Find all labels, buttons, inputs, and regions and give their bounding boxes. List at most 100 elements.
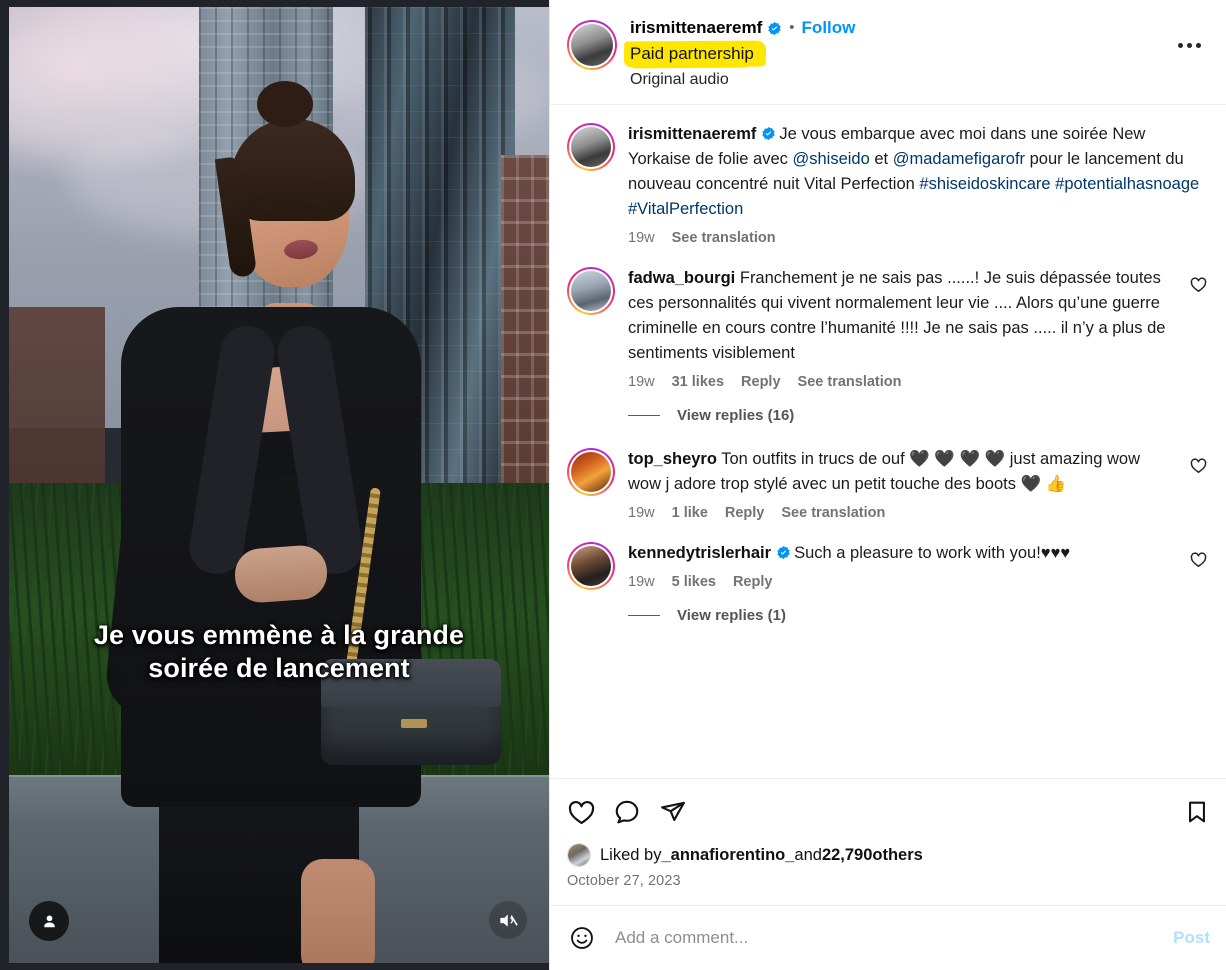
bookmark-icon[interactable]	[1170, 791, 1210, 833]
comment-meta: 19w 5 likes Reply	[628, 574, 1176, 590]
hands	[233, 543, 329, 605]
post-caption: irismittenaeremf Je vous embarque avec m…	[550, 105, 1226, 249]
caption-username[interactable]: irismittenaeremf	[628, 125, 756, 143]
hair	[231, 119, 355, 221]
comment-like-heart-icon[interactable]	[1184, 451, 1212, 479]
comment-time: 19w	[628, 374, 655, 390]
post-details-panel: irismittenaeremf • Follow Paid partnersh…	[549, 0, 1226, 970]
comment-reply-button[interactable]: Reply	[725, 505, 765, 521]
caption-body: irismittenaeremf Je vous embarque avec m…	[628, 122, 1212, 246]
liked-by-count[interactable]: 22,790	[822, 846, 872, 865]
caption-see-translation[interactable]: See translation	[672, 230, 776, 246]
caption-mention[interactable]: @madamefigarofr	[893, 150, 1025, 168]
comment-like-heart-icon[interactable]	[1184, 270, 1212, 298]
view-replies-row[interactable]: View replies (1)	[550, 593, 1226, 630]
comment-time: 19w	[628, 574, 655, 590]
comment-bubble-icon[interactable]	[613, 791, 659, 833]
commenter-avatar[interactable]	[567, 267, 615, 315]
verified-badge-icon	[767, 21, 782, 36]
commenter-username[interactable]: kennedytrislerhair	[628, 544, 771, 562]
avatar-image	[571, 452, 611, 492]
comment-see-translation[interactable]: See translation	[798, 374, 902, 390]
paid-partnership-text: Paid partnership	[630, 44, 754, 63]
handbag-logo	[401, 719, 427, 728]
commenter-username[interactable]: fadwa_bourgi	[628, 269, 735, 287]
caption-hashtag[interactable]: #potentialhasnoage	[1055, 175, 1199, 193]
commenter-avatar[interactable]	[567, 542, 615, 590]
liked-by-suffix[interactable]: others	[872, 846, 922, 865]
replies-divider-line	[628, 614, 660, 617]
comment-body: top_sheyro Ton outfits in trucs de ouf 🖤…	[628, 447, 1176, 521]
audio-muted-icon[interactable]	[489, 901, 527, 939]
comments-scroll-area[interactable]: irismittenaeremf Je vous embarque avec m…	[550, 105, 1226, 778]
avatar-image	[571, 24, 613, 66]
liked-by-row: Liked by _annafiorentino_ and 22,790 oth…	[550, 837, 1226, 867]
eye-left	[257, 201, 277, 209]
post-header: irismittenaeremf • Follow Paid partnersh…	[550, 0, 1226, 105]
comment-body: kennedytrislerhair Such a pleasure to wo…	[628, 541, 1176, 590]
more-options-icon[interactable]	[1172, 28, 1206, 62]
post-media-column: Je vous emmène à la grande soirée de lan…	[0, 0, 549, 970]
comment-body: fadwa_bourgi Franchement je ne sais pas …	[628, 266, 1176, 390]
liked-by-middle: and	[794, 845, 822, 864]
view-replies-button[interactable]: View replies (1)	[677, 607, 786, 624]
audio-label[interactable]: Original audio	[630, 70, 1172, 90]
view-replies-button[interactable]: View replies (16)	[677, 407, 794, 424]
eye-right	[305, 197, 325, 205]
commenter-username[interactable]: top_sheyro	[628, 450, 717, 468]
caption-time: 19w	[628, 230, 655, 246]
caption-hashtag[interactable]: #shiseidoskincare	[919, 175, 1050, 193]
add-comment-input[interactable]	[613, 927, 1162, 949]
post-actions-bar	[550, 779, 1226, 837]
author-username[interactable]: irismittenaeremf	[630, 18, 762, 38]
post-date: October 27, 2023	[567, 873, 681, 889]
comment-meta: 19w 31 likes Reply See translation	[628, 374, 1176, 390]
comment-text: kennedytrislerhair Such a pleasure to wo…	[628, 541, 1176, 566]
video-player[interactable]: Je vous emmène à la grande soirée de lan…	[9, 7, 549, 963]
instagram-post: Je vous emmène à la grande soirée de lan…	[0, 0, 1226, 970]
person-tag-icon[interactable]	[29, 901, 69, 941]
comment-text: top_sheyro Ton outfits in trucs de ouf 🖤…	[628, 447, 1176, 497]
emoji-smiley-icon[interactable]	[567, 923, 597, 953]
author-avatar[interactable]	[567, 20, 617, 70]
caption-mention[interactable]: @shiseido	[793, 150, 870, 168]
comment-item: fadwa_bourgi Franchement je ne sais pas …	[550, 249, 1226, 393]
avatar-image	[571, 546, 611, 586]
comment-see-translation[interactable]: See translation	[781, 505, 885, 521]
caption-hashtag[interactable]: #VitalPerfection	[628, 200, 743, 218]
comment-reply-button[interactable]: Reply	[733, 574, 773, 590]
comment-like-heart-icon[interactable]	[1184, 545, 1212, 573]
caption-text: irismittenaeremf Je vous embarque avec m…	[628, 122, 1212, 222]
commenter-avatar[interactable]	[567, 448, 615, 496]
avatar-image	[571, 271, 611, 311]
liked-by-prefix: Liked by	[600, 845, 662, 864]
caption-text-segment: et	[869, 150, 893, 168]
view-replies-row[interactable]: View replies (16)	[550, 393, 1226, 430]
author-line: irismittenaeremf • Follow	[630, 18, 1172, 38]
share-paperplane-icon[interactable]	[659, 791, 705, 833]
separator-dot: •	[789, 19, 795, 36]
video-subtitle-overlay: Je vous emmène à la grande soirée de lan…	[93, 620, 465, 683]
avatar-image	[571, 127, 611, 167]
post-comment-button[interactable]: Post	[1173, 928, 1210, 948]
replies-divider-line	[628, 414, 660, 417]
comment-meta: 19w 1 like Reply See translation	[628, 505, 1176, 521]
verified-badge-icon	[761, 126, 776, 141]
comment-item: kennedytrislerhair Such a pleasure to wo…	[550, 524, 1226, 593]
hair-bun	[257, 81, 313, 127]
comment-likes[interactable]: 5 likes	[672, 574, 716, 590]
comment-likes[interactable]: 31 likes	[672, 374, 724, 390]
comment-time: 19w	[628, 505, 655, 521]
heart-icon[interactable]	[567, 791, 613, 833]
caption-avatar[interactable]	[567, 123, 615, 171]
post-header-text: irismittenaeremf • Follow Paid partnersh…	[623, 18, 1172, 90]
comment-text: fadwa_bourgi Franchement je ne sais pas …	[628, 266, 1176, 366]
liked-by-username[interactable]: _annafiorentino_	[661, 846, 794, 865]
comment-likes[interactable]: 1 like	[672, 505, 708, 521]
comment-reply-button[interactable]: Reply	[741, 374, 781, 390]
follow-button[interactable]: Follow	[802, 18, 856, 38]
comment-item: top_sheyro Ton outfits in trucs de ouf 🖤…	[550, 430, 1226, 524]
leg-skin	[301, 859, 375, 963]
liker-avatar[interactable]	[567, 843, 591, 867]
caption-meta: 19w See translation	[628, 230, 1212, 246]
